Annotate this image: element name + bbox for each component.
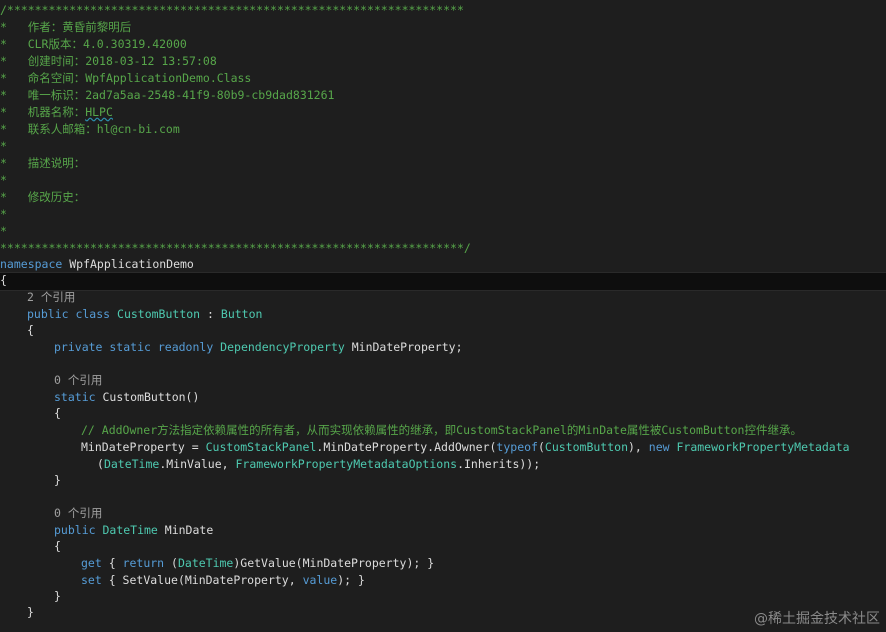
- punct: (: [537, 440, 545, 454]
- type-name: FrameworkPropertyMetadataOptions: [235, 457, 458, 471]
- keyword: new: [648, 440, 677, 454]
- brace-line: {: [27, 323, 34, 337]
- assignment-continuation: (DateTime.MinValue, FrameworkPropertyMet…: [97, 456, 540, 473]
- code-text: .Inherits));: [457, 457, 541, 471]
- comment-created-time: * 创建时间：2018-03-12 13:57:08: [0, 54, 217, 68]
- keyword: return: [122, 556, 165, 570]
- punct: :: [200, 307, 221, 321]
- keyword: typeof: [496, 440, 538, 454]
- class-declaration: public class CustomButton : Button: [27, 306, 262, 323]
- code-editor[interactable]: /***************************************…: [0, 0, 886, 632]
- comment-border-bottom: ****************************************…: [0, 241, 471, 255]
- brace-line: }: [54, 589, 61, 603]
- current-line-highlight: [0, 272, 886, 291]
- code-comment: // AddOwner方法指定依赖属性的所有者，从而实现依赖属性的继承，即Cus…: [81, 423, 802, 437]
- watermark: @稀土掘金技术社区: [754, 611, 880, 627]
- namespace-line: namespace WpfApplicationDemo: [0, 256, 194, 273]
- keyword: value: [302, 573, 338, 587]
- keyword: private static readonly: [54, 340, 221, 354]
- keyword: set: [81, 573, 102, 587]
- property-declaration: public DateTime MinDate: [54, 522, 213, 539]
- assignment-line: MinDateProperty = CustomStackPanel.MinDa…: [81, 439, 850, 456]
- brace-line: }: [27, 605, 34, 619]
- type-name: CustomButton: [544, 440, 628, 454]
- getter-line: get { return (DateTime)GetValue(MinDateP…: [81, 555, 434, 572]
- comment-star: *: [0, 224, 7, 238]
- code-text: )GetValue(MinDateProperty); }: [233, 556, 435, 570]
- type-name: FrameworkPropertyMetadata: [676, 440, 850, 454]
- keyword: public class: [27, 307, 118, 321]
- comment-description: * 描述说明：: [0, 156, 86, 170]
- codelens-references[interactable]: 2 个引用: [27, 289, 75, 306]
- type-name: DateTime: [102, 523, 158, 537]
- code-text: MinDateProperty =: [81, 440, 206, 454]
- comment-machine: * 机器名称：HLPC: [0, 104, 113, 121]
- comment-star: *: [0, 207, 7, 221]
- field-name: MinDateProperty;: [344, 340, 463, 354]
- comment-star: *: [0, 139, 7, 153]
- keyword: get: [81, 556, 102, 570]
- code-text: .MinDateProperty.AddOwner(: [316, 440, 497, 454]
- ctor-name: CustomButton(): [102, 390, 200, 404]
- codelens-references[interactable]: 0 个引用: [54, 505, 102, 522]
- setter-line: set { SetValue(MinDateProperty, value); …: [81, 572, 365, 589]
- comment-history: * 修改历史：: [0, 190, 86, 204]
- property-name: MinDate: [157, 523, 214, 537]
- keyword: namespace: [0, 257, 63, 271]
- code-text: { SetValue(MinDateProperty,: [101, 573, 303, 587]
- type-name: DateTime: [177, 556, 234, 570]
- namespace-name: WpfApplicationDemo: [62, 257, 194, 271]
- machine-name: HLPC: [85, 105, 113, 119]
- machine-prefix: * 机器名称：: [0, 105, 86, 119]
- brace-line: {: [0, 273, 7, 287]
- code-text: (: [164, 556, 178, 570]
- comment-email: * 联系人邮箱：hl@cn-bi.com: [0, 122, 180, 136]
- keyword: static: [54, 390, 103, 404]
- brace-line: }: [54, 473, 61, 487]
- comment-author: * 作者：黄昏前黎明后: [0, 20, 132, 34]
- brace-line: {: [54, 406, 61, 420]
- keyword: public: [54, 523, 103, 537]
- field-declaration: private static readonly DependencyProper…: [54, 339, 463, 356]
- comment-clr-version: * CLR版本：4.0.30319.42000: [0, 37, 187, 51]
- comment-namespace: * 命名空间：WpfApplicationDemo.Class: [0, 71, 252, 85]
- type-name: DateTime: [103, 457, 160, 471]
- comment-guid: * 唯一标识：2ad7a5aa-2548-41f9-80b9-cb9dad831…: [0, 88, 335, 102]
- codelens-references[interactable]: 0 个引用: [54, 372, 102, 389]
- code-text: {: [101, 556, 123, 570]
- comment-star: *: [0, 173, 7, 187]
- type-name: CustomStackPanel: [205, 440, 317, 454]
- brace-line: {: [54, 539, 61, 553]
- class-name: CustomButton: [117, 307, 201, 321]
- comment-border-top: /***************************************…: [0, 3, 464, 17]
- type-name: DependencyProperty: [220, 340, 345, 354]
- base-class: Button: [220, 307, 263, 321]
- code-text: ); }: [337, 573, 365, 587]
- code-text: .MinValue,: [159, 457, 236, 471]
- ctor-declaration: static CustomButton(): [54, 389, 199, 406]
- punct: (: [97, 457, 104, 471]
- punct: ),: [628, 440, 649, 454]
